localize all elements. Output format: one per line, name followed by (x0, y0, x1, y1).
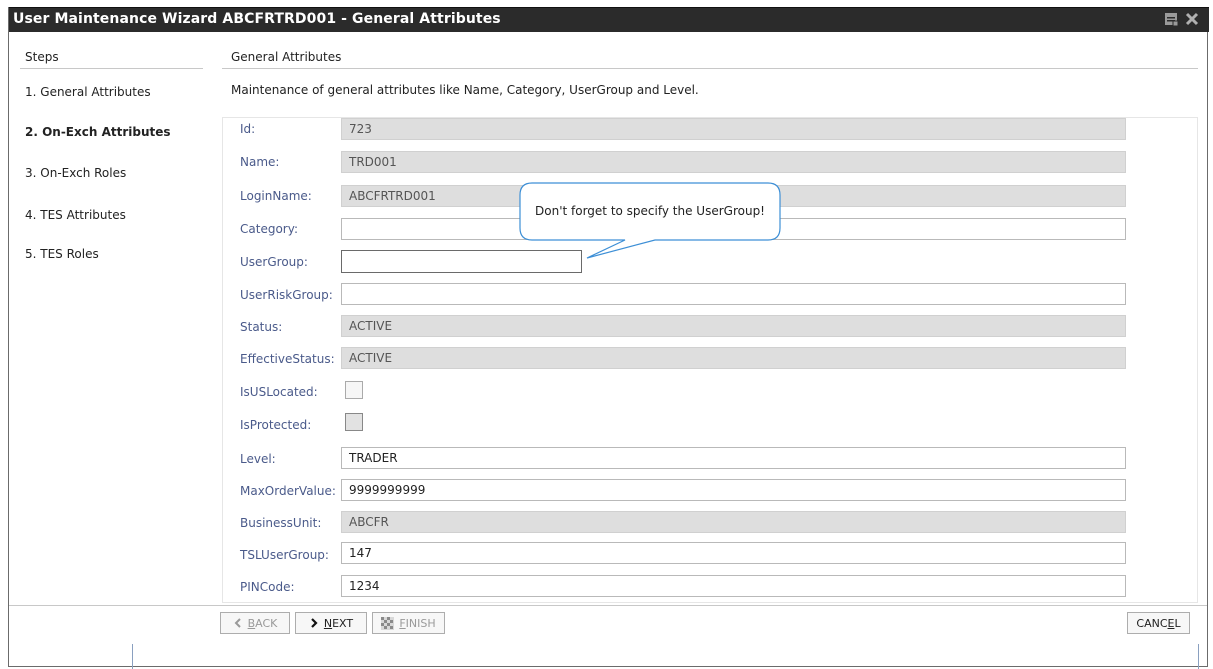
label-businessunit: BusinessUnit: (240, 516, 322, 530)
businessunit-field: ABCFR (341, 511, 1126, 533)
section-description: Maintenance of general attributes like N… (231, 83, 699, 97)
title-bar: User Maintenance Wizard ABCFRTRD001 - Ge… (9, 7, 1209, 32)
footer-divider (9, 605, 1207, 606)
label-loginname: LoginName: (240, 189, 312, 203)
label-isuslocated: IsUSLocated: (240, 385, 318, 399)
next-button[interactable]: NEXT (295, 612, 367, 634)
section-divider (222, 68, 1198, 69)
back-label: BACK (248, 617, 278, 630)
step-on-exch-attributes[interactable]: 2. On-Exch Attributes (25, 125, 171, 139)
status-field: ACTIVE (341, 315, 1126, 337)
chevron-right-icon (311, 618, 318, 628)
label-maxordervalue: MaxOrderValue: (240, 484, 336, 498)
label-status: Status: (240, 320, 283, 334)
next-label-mnemonic: N (323, 616, 333, 630)
back-label-post: ACK (255, 616, 278, 630)
step-tes-attributes[interactable]: 4. TES Attributes (25, 208, 126, 222)
section-header: General Attributes (231, 50, 342, 64)
isuslocated-checkbox[interactable] (345, 381, 363, 399)
userriskgroup-field[interactable] (341, 283, 1126, 305)
category-field[interactable] (341, 218, 1126, 240)
label-userriskgroup: UserRiskGroup: (240, 288, 333, 302)
step-general-attributes[interactable]: 1. General Attributes (25, 85, 151, 99)
cancel-label-post: L (1174, 616, 1181, 630)
maxordervalue-field[interactable]: 9999999999 (341, 479, 1126, 501)
name-field: TRD001 (341, 151, 1126, 173)
back-button[interactable]: BACK (220, 612, 290, 634)
checkered-flag-icon (381, 616, 395, 630)
cancel-label: CANCEL (1136, 617, 1180, 630)
next-label: NEXT (324, 617, 353, 630)
label-isprotected: IsProtected: (240, 418, 312, 432)
tslusergroup-field[interactable]: 147 (341, 542, 1126, 564)
right-edge-line (1198, 644, 1199, 669)
steps-divider (20, 68, 203, 69)
pincode-field[interactable]: 1234 (341, 575, 1126, 597)
label-id: Id: (240, 122, 256, 136)
next-label-post: EXT (332, 616, 354, 630)
label-usergroup: UserGroup: (240, 255, 308, 269)
left-edge-line (132, 644, 133, 669)
step-on-exch-roles[interactable]: 3. On-Exch Roles (25, 166, 126, 180)
step-tes-roles[interactable]: 5. TES Roles (25, 247, 99, 261)
steps-header: Steps (25, 50, 59, 64)
finish-button[interactable]: FINISH (372, 612, 445, 634)
finish-label-post: INISH (405, 616, 436, 630)
id-field: 723 (341, 118, 1126, 140)
cancel-button[interactable]: CANCEL (1127, 612, 1190, 634)
usergroup-field[interactable] (341, 250, 582, 273)
label-tslusergroup: TSLUserGroup: (240, 548, 329, 562)
label-effectivestatus: EffectiveStatus: (240, 352, 335, 366)
effectivestatus-field: ACTIVE (341, 347, 1126, 369)
close-icon[interactable] (1185, 12, 1199, 26)
isprotected-checkbox[interactable] (345, 413, 363, 431)
label-level: Level: (240, 452, 276, 466)
chevron-left-icon (234, 618, 241, 628)
finish-label: FINISH (399, 617, 435, 630)
label-pincode: PINCode: (240, 580, 295, 594)
label-name: Name: (240, 155, 280, 169)
restore-icon[interactable] (1164, 12, 1178, 26)
level-field[interactable]: TRADER (341, 447, 1126, 469)
window-title: User Maintenance Wizard ABCFRTRD001 - Ge… (13, 11, 501, 27)
label-category: Category: (240, 222, 298, 236)
cancel-label-pre: CANC (1136, 616, 1168, 630)
callout-text: Don't forget to specify the UserGroup! (535, 204, 765, 218)
